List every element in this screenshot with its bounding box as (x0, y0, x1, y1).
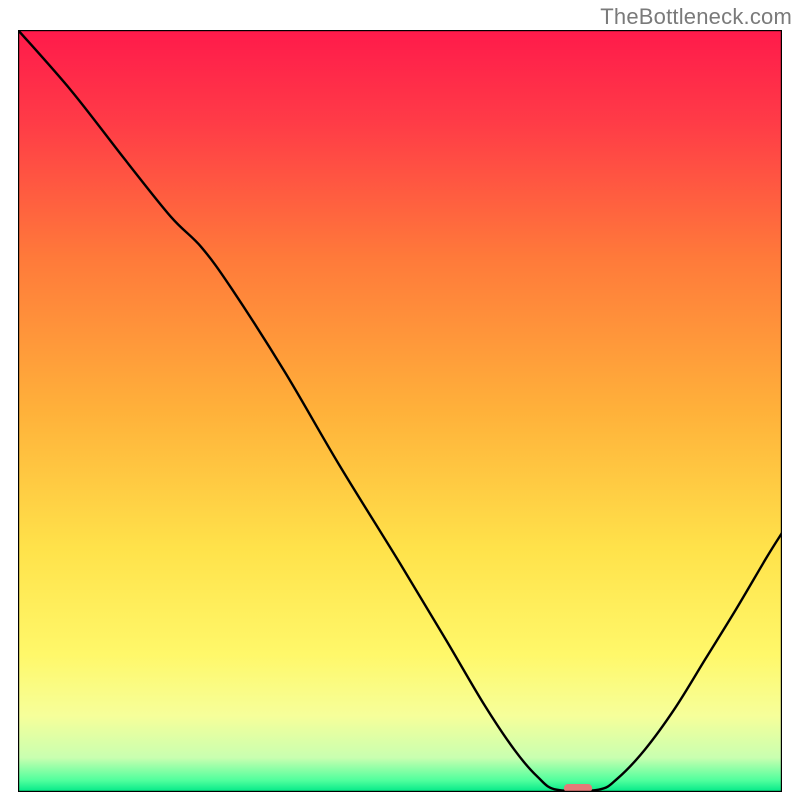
gradient-background (18, 30, 782, 792)
chart-svg (18, 30, 782, 792)
bottleneck-chart (18, 30, 782, 792)
attribution-text: TheBottleneck.com (600, 4, 792, 30)
